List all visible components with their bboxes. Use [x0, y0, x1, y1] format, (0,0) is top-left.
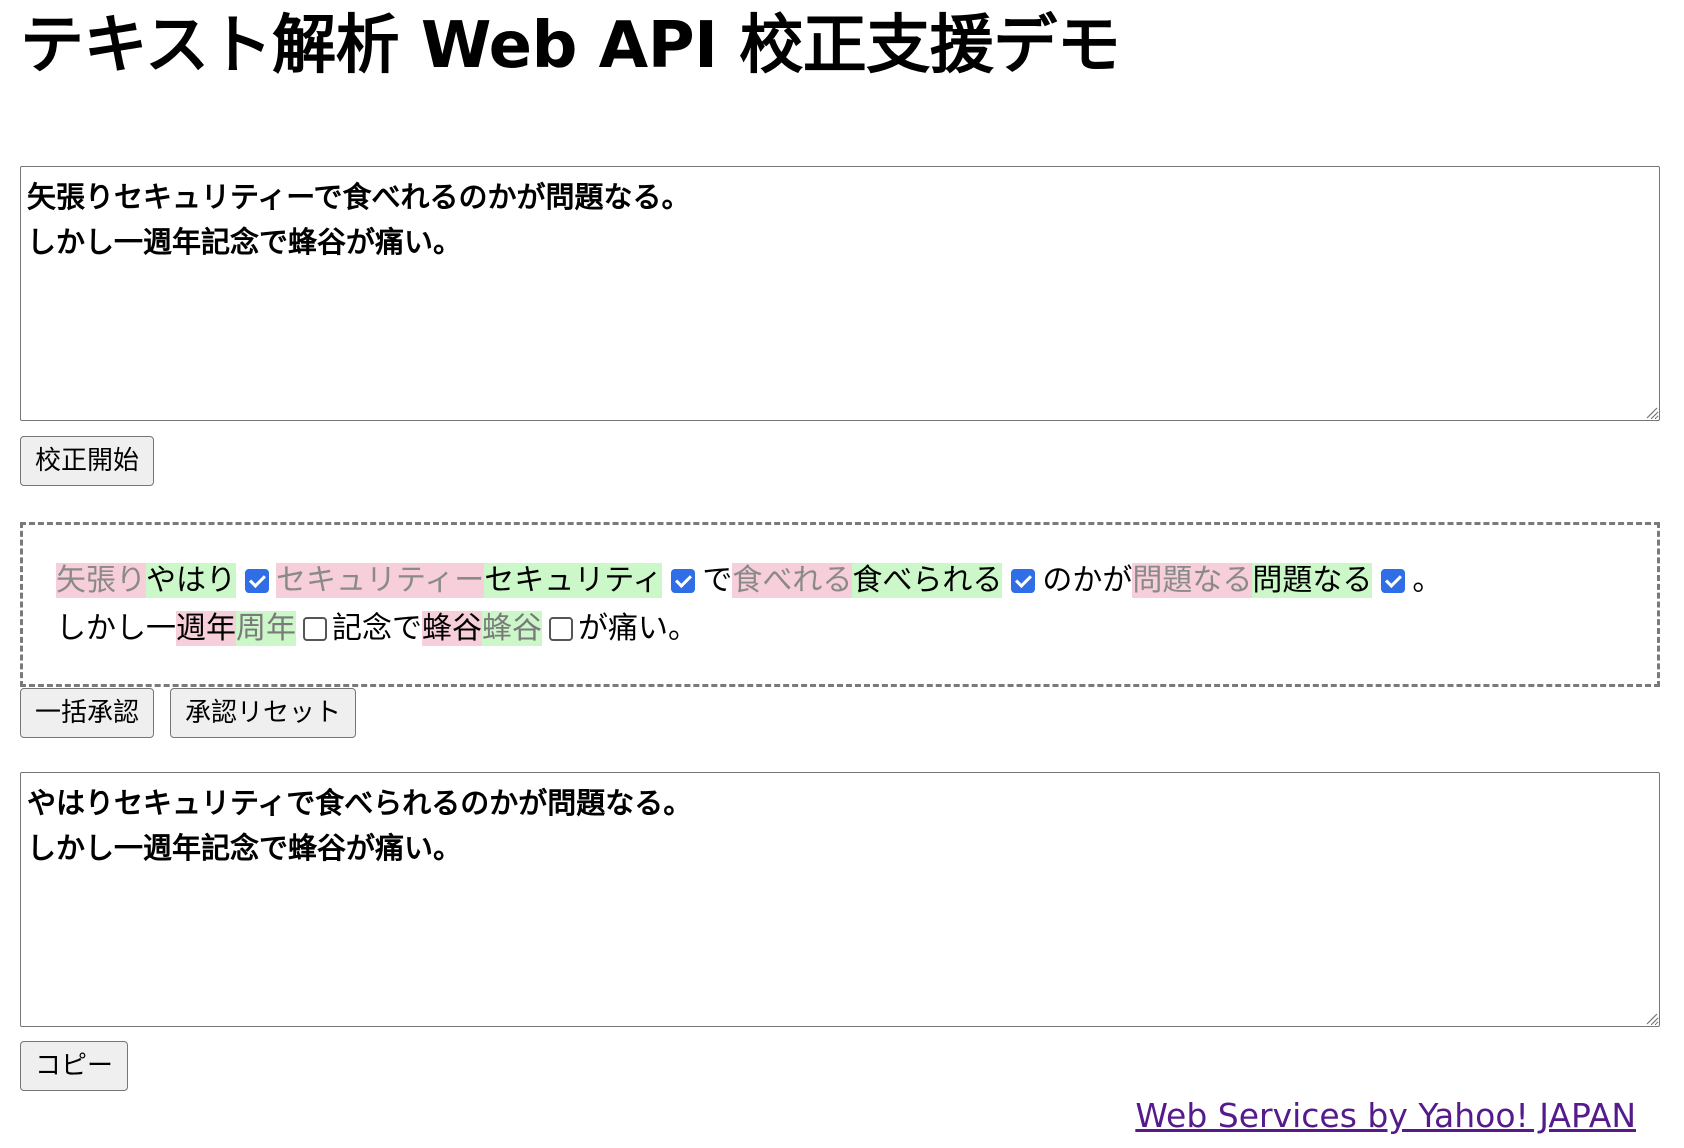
output-textarea[interactable]: やはりセキュリティで食べられるのかが問題なる。 しかし一週年記念で蜂谷が痛い。 — [20, 772, 1660, 1027]
yahoo-web-services-link[interactable]: Web Services by Yahoo! JAPAN — [1135, 1096, 1636, 1136]
plain-text: 記念で — [332, 611, 422, 646]
plain-text: 。 — [1412, 563, 1443, 598]
result-line-2: しかし一週年周年 記念で蜂谷蜂谷 が痛い。 — [56, 605, 1624, 653]
deleted-text: 週年 — [176, 611, 236, 646]
plain-text: が痛い。 — [578, 611, 698, 646]
reset-approval-button[interactable]: 承認リセット — [170, 688, 357, 738]
start-proofread-button[interactable]: 校正開始 — [20, 436, 155, 486]
inserted-text: 周年 — [236, 611, 296, 646]
approve-checkbox-2[interactable] — [671, 569, 696, 593]
output-textarea-wrapper: やはりセキュリティで食べられるのかが問題なる。 しかし一週年記念で蜂谷が痛い。 — [20, 772, 1660, 1027]
plain-text: で — [702, 563, 733, 598]
deleted-text: 問題なる — [1132, 563, 1253, 598]
plain-text: のかが — [1042, 563, 1133, 598]
proofread-result: 矢張りやはり セキュリティーセキュリティ で食べれる食べられる のかが問題なる問題なる… — [20, 522, 1660, 687]
input-textarea[interactable]: 矢張りセキュリティーで食べれるのかが問題なる。 しかし一週年記念で蜂谷が痛い。 — [20, 166, 1660, 421]
approve-checkbox-6[interactable] — [549, 617, 573, 641]
deleted-text: 蜂谷 — [422, 611, 482, 646]
inserted-text: 食べられる — [852, 563, 1003, 598]
resize-grip-icon[interactable] — [1644, 1011, 1658, 1025]
inserted-text: セキュリティ — [484, 563, 663, 598]
plain-text: しかし一 — [56, 611, 176, 646]
page-title: テキスト解析 Web API 校正支援デモ — [20, 9, 1121, 83]
copy-button[interactable]: コピー — [20, 1041, 129, 1091]
deleted-text: 食べれる — [732, 563, 853, 598]
inserted-text: 問題なる — [1252, 563, 1373, 598]
approve-all-button[interactable]: 一括承認 — [20, 688, 155, 738]
inserted-text: やはり — [146, 563, 236, 598]
deleted-text: 矢張り — [56, 563, 146, 598]
approve-checkbox-5[interactable] — [303, 617, 327, 641]
deleted-text: セキュリティー — [276, 563, 485, 598]
approve-checkbox-1[interactable] — [245, 569, 269, 593]
approve-checkbox-3[interactable] — [1011, 569, 1036, 593]
resize-grip-icon[interactable] — [1644, 405, 1658, 419]
result-line-1: 矢張りやはり セキュリティーセキュリティ で食べれる食べられる のかが問題なる問題なる… — [56, 557, 1624, 605]
approve-checkbox-4[interactable] — [1381, 569, 1406, 593]
input-textarea-wrapper: 矢張りセキュリティーで食べれるのかが問題なる。 しかし一週年記念で蜂谷が痛い。 — [20, 166, 1660, 421]
inserted-text: 蜂谷 — [482, 611, 542, 646]
